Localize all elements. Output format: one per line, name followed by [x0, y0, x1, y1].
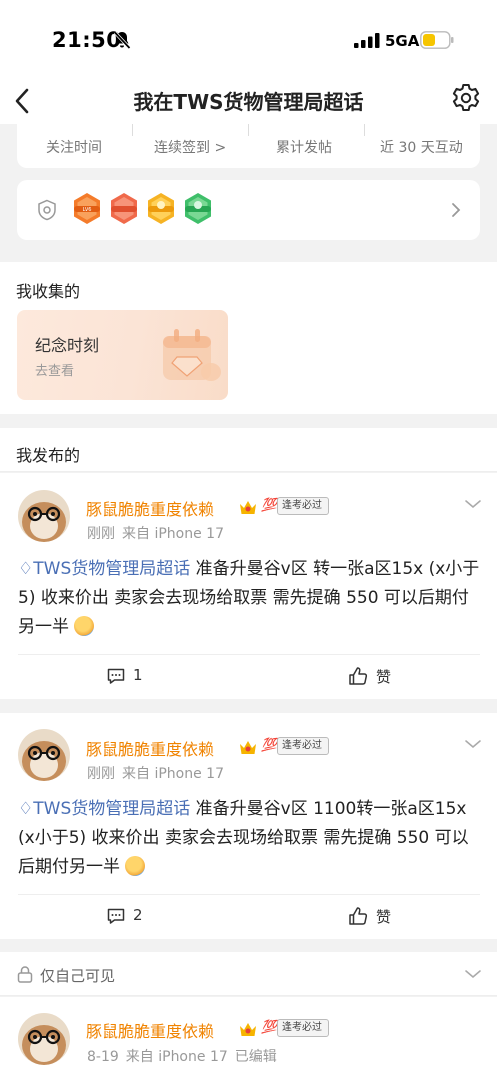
badge-yellow-icon [148, 193, 174, 224]
bell-muted-icon [113, 31, 131, 50]
comment-count[interactable]: 1 [133, 666, 143, 684]
post-time: 刚刚 [87, 526, 115, 542]
post-actions: 2 赞 [18, 894, 480, 936]
stat-interaction: 近 30 天互动 [380, 140, 463, 156]
post-card[interactable]: 豚鼠脆脆重度依赖 💯 逢考必过 刚刚 来自 iPhone 17 ♢TWS货物管理局… [0, 713, 497, 939]
post-source: 来自 iPhone 17 [122, 526, 224, 542]
lock-icon [17, 966, 33, 983]
status-time: 21:50 [52, 28, 122, 52]
post-meta: 刚刚 来自 iPhone 17 [87, 763, 231, 783]
thumbs-up-icon[interactable] [348, 906, 368, 926]
post-source: 来自 iPhone 17 [125, 1049, 228, 1065]
badge-orange-icon: LV6 [74, 193, 100, 224]
post-time: 刚刚 [87, 766, 115, 782]
collection-title: 我收集的 [16, 282, 81, 301]
crown-icon [240, 741, 256, 754]
hundred-points-icon: 💯 [261, 498, 278, 513]
private-label: 仅自己可见 [40, 967, 116, 985]
svg-text:LV6: LV6 [83, 207, 92, 213]
chevron-down-icon[interactable] [464, 968, 482, 980]
chevron-down-icon[interactable] [464, 498, 482, 510]
top-nav-bar: 我在TWS货物管理局超话 [0, 78, 497, 124]
badge-shield-icon [38, 199, 56, 221]
post-date: 8-19 [87, 1049, 119, 1065]
avatar[interactable] [18, 729, 70, 781]
badge-red-icon [111, 193, 137, 224]
memo-card-title: 纪念时刻 [35, 336, 100, 355]
chevron-right-icon [452, 203, 461, 217]
published-header: 我发布的 [0, 428, 497, 472]
post-actions: 1 赞 [18, 654, 480, 696]
battery-icon [420, 31, 454, 49]
badge-green-icon [185, 193, 211, 224]
post-card[interactable]: 豚鼠脆脆重度依赖 💯 逢考必过 8-19 来自 iPhone 17 已编辑 [0, 997, 497, 1080]
chevron-down-icon[interactable] [464, 738, 482, 750]
topic-link[interactable]: ♢TWS货物管理局超话 [18, 559, 190, 579]
status-bar: 21:50 5GA [0, 0, 497, 78]
memorial-moment-card[interactable]: 纪念时刻 去查看 [17, 310, 228, 400]
topic-link[interactable]: ♢TWS货物管理局超话 [18, 799, 190, 819]
comment-count[interactable]: 2 [133, 906, 143, 924]
avatar[interactable] [18, 490, 70, 542]
stat-posts: 累计发帖 [276, 140, 332, 156]
stats-card: 关注时间 连续签到 > 累计发帖 近 30 天互动 [17, 124, 480, 168]
crown-icon [240, 501, 256, 514]
stat-follow-time: 关注时间 [46, 140, 102, 156]
calendar-diamond-icon [163, 329, 221, 381]
user-tag: 逢考必过 [277, 1019, 329, 1037]
like-label[interactable]: 赞 [376, 906, 391, 927]
hundred-points-icon: 💯 [261, 738, 278, 753]
emoji-icon [125, 856, 146, 876]
post-username[interactable]: 豚鼠脆脆重度依赖 [86, 1018, 214, 1042]
like-label[interactable]: 赞 [376, 666, 391, 687]
badges-card[interactable]: LV6 [17, 180, 480, 240]
page-title: 我在TWS货物管理局超话 [133, 90, 364, 114]
post-meta: 8-19 来自 iPhone 17 已编辑 [87, 1046, 284, 1066]
settings-gear-icon[interactable] [450, 82, 482, 114]
user-tag: 逢考必过 [277, 737, 329, 755]
collection-section: 我收集的 纪念时刻 去查看 [0, 262, 497, 414]
post-source: 来自 iPhone 17 [122, 766, 224, 782]
post-card[interactable]: 豚鼠脆脆重度依赖 💯 逢考必过 刚刚 来自 iPhone 17 ♢TWS货物管理局… [0, 473, 497, 699]
memo-card-sub: 去查看 [35, 364, 75, 379]
private-section-header[interactable]: 仅自己可见 [0, 952, 497, 996]
avatar[interactable] [18, 1013, 70, 1065]
post-username[interactable]: 豚鼠脆脆重度依赖 [86, 496, 214, 520]
thumbs-up-icon[interactable] [348, 666, 368, 686]
crown-icon [240, 1023, 256, 1036]
signal-icon [354, 33, 380, 48]
hundred-points-icon: 💯 [261, 1020, 278, 1035]
stat-checkin[interactable]: 连续签到 > [154, 137, 226, 157]
comment-icon[interactable] [106, 666, 126, 686]
post-content: ♢TWS货物管理局超话 准备升曼谷v区 1100转一张a区15x (x小于5) … [18, 795, 480, 882]
post-username[interactable]: 豚鼠脆脆重度依赖 [86, 736, 214, 760]
emoji-icon [74, 616, 95, 636]
post-edited: 已编辑 [234, 1049, 277, 1065]
comment-icon[interactable] [106, 906, 126, 926]
published-title: 我发布的 [16, 446, 81, 465]
post-meta: 刚刚 来自 iPhone 17 [87, 523, 231, 543]
post-content: ♢TWS货物管理局超话 准备升曼谷v区 转一张a区15x (x小于5) 收来价出… [18, 555, 480, 642]
user-tag: 逢考必过 [277, 497, 329, 515]
network-type: 5GA [385, 32, 420, 50]
